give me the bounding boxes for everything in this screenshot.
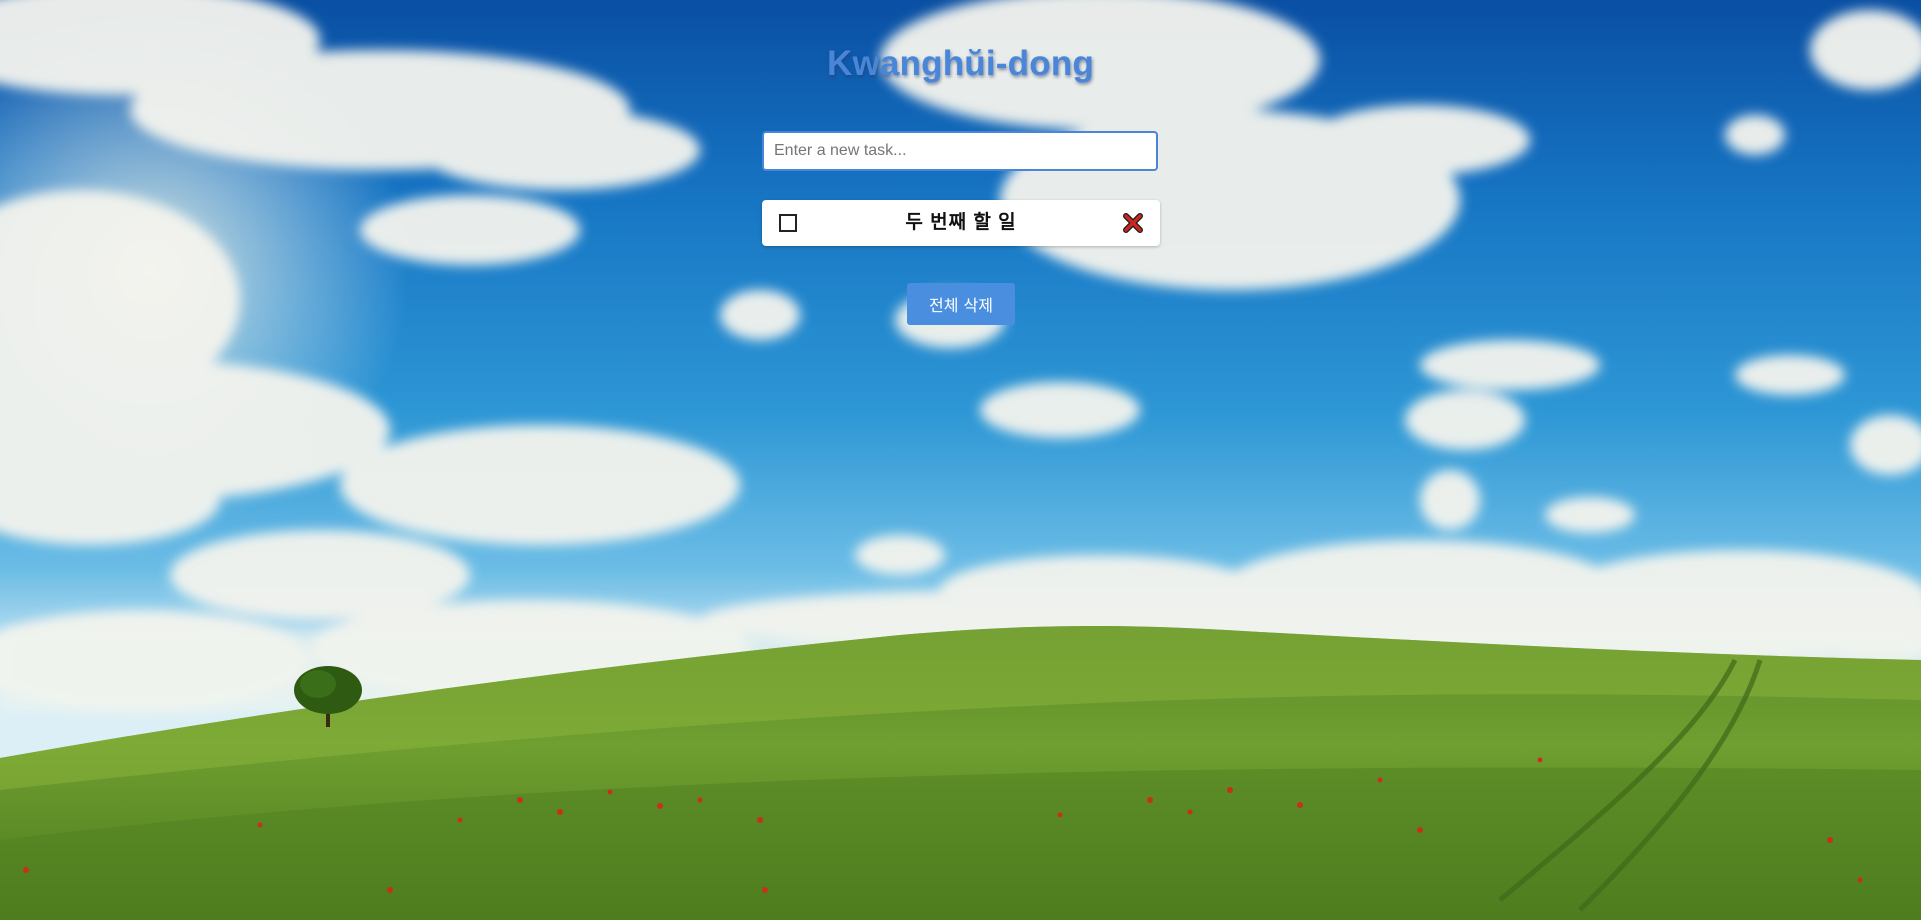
app-title: Kwanghŭi-dong	[827, 44, 1094, 83]
todo-app: Kwanghŭi-dong 두 번째 할 일 전체 삭제	[0, 0, 1921, 920]
close-x-icon[interactable]	[1123, 213, 1143, 233]
task-item: 두 번째 할 일	[762, 200, 1160, 246]
task-text: 두 번째 할 일	[905, 212, 1017, 233]
new-task-input[interactable]	[762, 131, 1158, 171]
checkbox-unchecked-icon[interactable]	[779, 214, 797, 232]
task-list: 두 번째 할 일	[762, 200, 1160, 246]
clear-all-button[interactable]: 전체 삭제	[907, 283, 1015, 325]
